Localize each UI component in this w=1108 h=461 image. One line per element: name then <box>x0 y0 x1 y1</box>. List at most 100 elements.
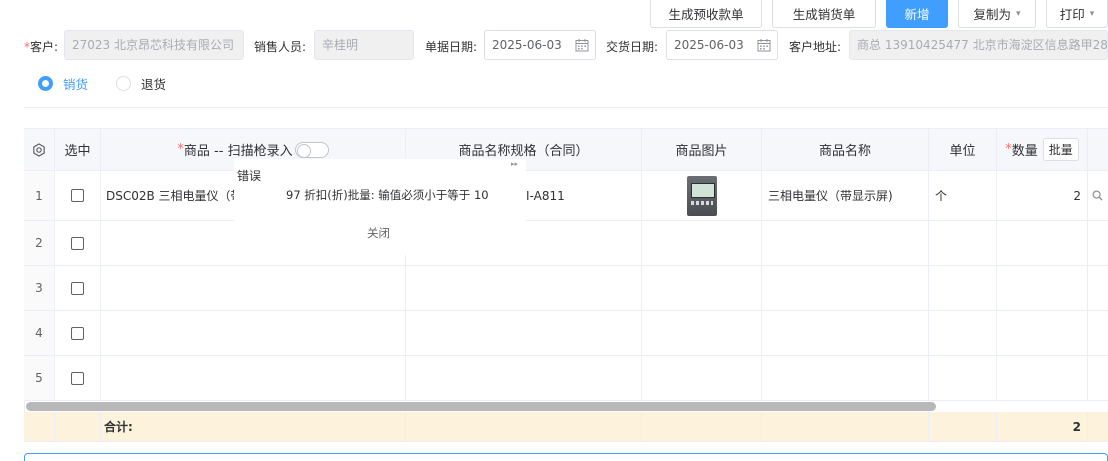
radio-sale[interactable]: 销货 <box>38 74 88 93</box>
copy-as-dropdown[interactable]: 复制为 ▾ <box>958 0 1036 28</box>
new-label: 新增 <box>904 7 930 22</box>
bottom-panel <box>24 453 1108 461</box>
sales-person-field: 辛桂明 <box>314 30 414 60</box>
qty-cell[interactable]: 2 <box>997 171 1088 220</box>
footer-cell <box>24 412 55 441</box>
radio-sale-label: 销货 <box>63 77 89 92</box>
unit-cell[interactable] <box>929 266 997 310</box>
radio-checked-icon <box>38 76 53 91</box>
toolbar: 生成预收款单 生成销货单 新增 复制为 ▾ 打印 ▾ <box>650 0 1108 28</box>
header-form: *客户: 27023 北京昂芯科技有限公司 销售人员: 辛桂明 单据日期: 20… <box>0 30 1108 60</box>
address-label: 客户地址: <box>789 40 842 54</box>
customer-field: 27023 北京昂芯科技有限公司 <box>64 30 244 60</box>
column-settings-button[interactable] <box>24 129 55 170</box>
delivery-date-value: 2025-06-03 <box>674 38 744 52</box>
table-row: 3 <box>24 266 1108 311</box>
lookup-cell <box>1088 171 1108 220</box>
chevron-down-icon: ▾ <box>1015 8 1021 19</box>
row-checkbox[interactable] <box>71 189 84 202</box>
row-checkbox-cell <box>55 356 101 400</box>
row-checkbox-cell <box>55 311 101 355</box>
row-checkbox-cell <box>55 266 101 310</box>
print-dropdown[interactable]: 打印 ▾ <box>1046 0 1108 28</box>
table-row: 4 <box>24 311 1108 356</box>
header-qty-label: 数量 <box>1011 144 1038 159</box>
header-image: 商品图片 <box>642 129 762 170</box>
more-icon: ▸▸ <box>510 160 518 168</box>
generate-prepay-button[interactable]: 生成预收款单 <box>650 0 762 28</box>
image-cell <box>642 311 762 355</box>
name-cell[interactable] <box>762 356 929 400</box>
product-cell[interactable] <box>101 356 406 400</box>
table-row: 2 <box>24 221 1108 266</box>
new-button[interactable]: 新增 <box>886 0 948 28</box>
footer-cell <box>642 412 762 441</box>
unit-cell[interactable] <box>929 356 997 400</box>
footer-cell <box>929 412 997 441</box>
name-cell[interactable] <box>762 266 929 310</box>
qty-cell[interactable] <box>997 356 1088 400</box>
divider <box>24 107 1108 108</box>
row-checkbox[interactable] <box>71 236 84 250</box>
name-cell[interactable] <box>762 311 929 355</box>
generate-sales-button[interactable]: 生成销货单 <box>772 0 876 28</box>
row-number: 1 <box>24 171 55 220</box>
calendar-icon <box>575 39 589 52</box>
header-product-label: 商品 -- 扫描枪录入 <box>183 144 293 159</box>
row-checkbox[interactable] <box>71 326 84 340</box>
row-checkbox-cell <box>55 171 101 220</box>
bill-date-picker[interactable]: 2025-06-03 <box>484 30 596 60</box>
bill-type-radio-group: 销货 退货 <box>38 74 166 93</box>
search-icon[interactable] <box>1092 190 1103 201</box>
image-cell <box>642 171 762 220</box>
header-unit: 单位 <box>929 129 997 170</box>
delivery-date-label: 交货日期: <box>606 40 659 54</box>
name-cell[interactable]: 三相电量仪（带显示屏) <box>762 171 929 220</box>
row-number: 5 <box>24 356 55 400</box>
chevron-down-icon: ▾ <box>1089 8 1095 19</box>
product-cell[interactable] <box>101 311 406 355</box>
row-checkbox-cell <box>55 221 101 265</box>
generate-sales-label: 生成销货单 <box>792 7 856 22</box>
unit-cell[interactable] <box>929 221 997 265</box>
radio-unchecked-icon <box>116 76 132 91</box>
batch-button[interactable]: 批量 <box>1042 138 1079 161</box>
product-cell[interactable] <box>101 266 406 310</box>
spec-cell[interactable] <box>406 311 642 355</box>
name-cell[interactable] <box>762 221 929 265</box>
scan-input-toggle[interactable] <box>294 141 329 158</box>
total-label: 合计: <box>101 412 406 441</box>
delivery-date-picker[interactable]: 2025-06-03 <box>666 30 778 60</box>
sales-person-label: 销售人员: <box>254 40 307 54</box>
image-cell <box>642 266 762 310</box>
close-button[interactable]: 关闭 <box>367 225 390 241</box>
gear-icon <box>33 142 45 157</box>
copy-as-label: 复制为 <box>973 7 1011 22</box>
qty-cell[interactable] <box>997 311 1088 355</box>
header-extra <box>1088 129 1108 170</box>
table-footer: 合计: 2 <box>24 412 1108 442</box>
total-qty: 2 <box>997 412 1088 441</box>
spec-cell[interactable] <box>406 266 642 310</box>
qty-cell[interactable] <box>997 221 1088 265</box>
address-field: 商总 13910425477 北京市海淀区信息路甲28号 <box>849 30 1108 60</box>
unit-cell[interactable] <box>929 311 997 355</box>
row-checkbox[interactable] <box>71 371 84 385</box>
row-number: 2 <box>24 221 55 265</box>
bill-date-value: 2025-06-03 <box>492 38 562 52</box>
horizontal-scrollbar[interactable] <box>26 402 936 411</box>
bill-date-label: 单据日期: <box>425 40 478 54</box>
customer-label: *客户: <box>24 40 59 54</box>
error-dialog: 错误 ▸▸ 97 折扣(折)批量: 输值必须小于等于 10 关闭 <box>234 159 526 255</box>
calendar-icon <box>757 39 771 52</box>
error-title: 错误 <box>237 169 262 183</box>
spec-cell[interactable] <box>406 356 642 400</box>
footer-cell <box>55 412 101 441</box>
row-checkbox[interactable] <box>71 281 84 295</box>
unit-cell[interactable]: 个 <box>929 171 997 220</box>
product-image[interactable] <box>686 175 717 216</box>
qty-cell[interactable] <box>997 266 1088 310</box>
footer-cell <box>762 412 929 441</box>
radio-return[interactable]: 退货 <box>116 74 166 93</box>
header-name: 商品名称 <box>762 129 929 170</box>
